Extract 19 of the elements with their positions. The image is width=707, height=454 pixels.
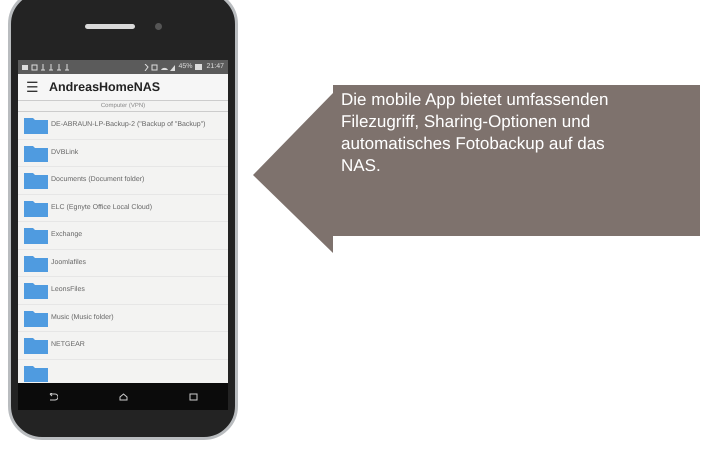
home-icon[interactable]: [118, 392, 128, 400]
folder-icon: [24, 144, 48, 162]
callout-text: Die mobile App bietet umfassenden Filezugriff, Sharing-Optionen und automatisches Fotobackup auf das NAS.: [341, 89, 610, 178]
back-icon[interactable]: [48, 392, 58, 400]
folder-icon: [24, 171, 48, 190]
folder-icon: [24, 308, 48, 327]
folder-icon: [24, 116, 48, 134]
folder-icon: [24, 281, 48, 300]
folder-icon: [24, 226, 48, 244]
folder-icon: [24, 336, 48, 354]
folder-icon: [24, 254, 48, 272]
menu-button[interactable]: ☰: [26, 80, 39, 94]
battery-icon: [195, 64, 204, 70]
camera-lens: [154, 23, 162, 30]
folder-icon: [24, 198, 48, 217]
system-status-icons: [143, 64, 176, 70]
app-title: AndreasHomeNAS: [49, 78, 160, 96]
speaker-grille: [84, 24, 134, 29]
recent-apps-icon[interactable]: [188, 392, 198, 400]
